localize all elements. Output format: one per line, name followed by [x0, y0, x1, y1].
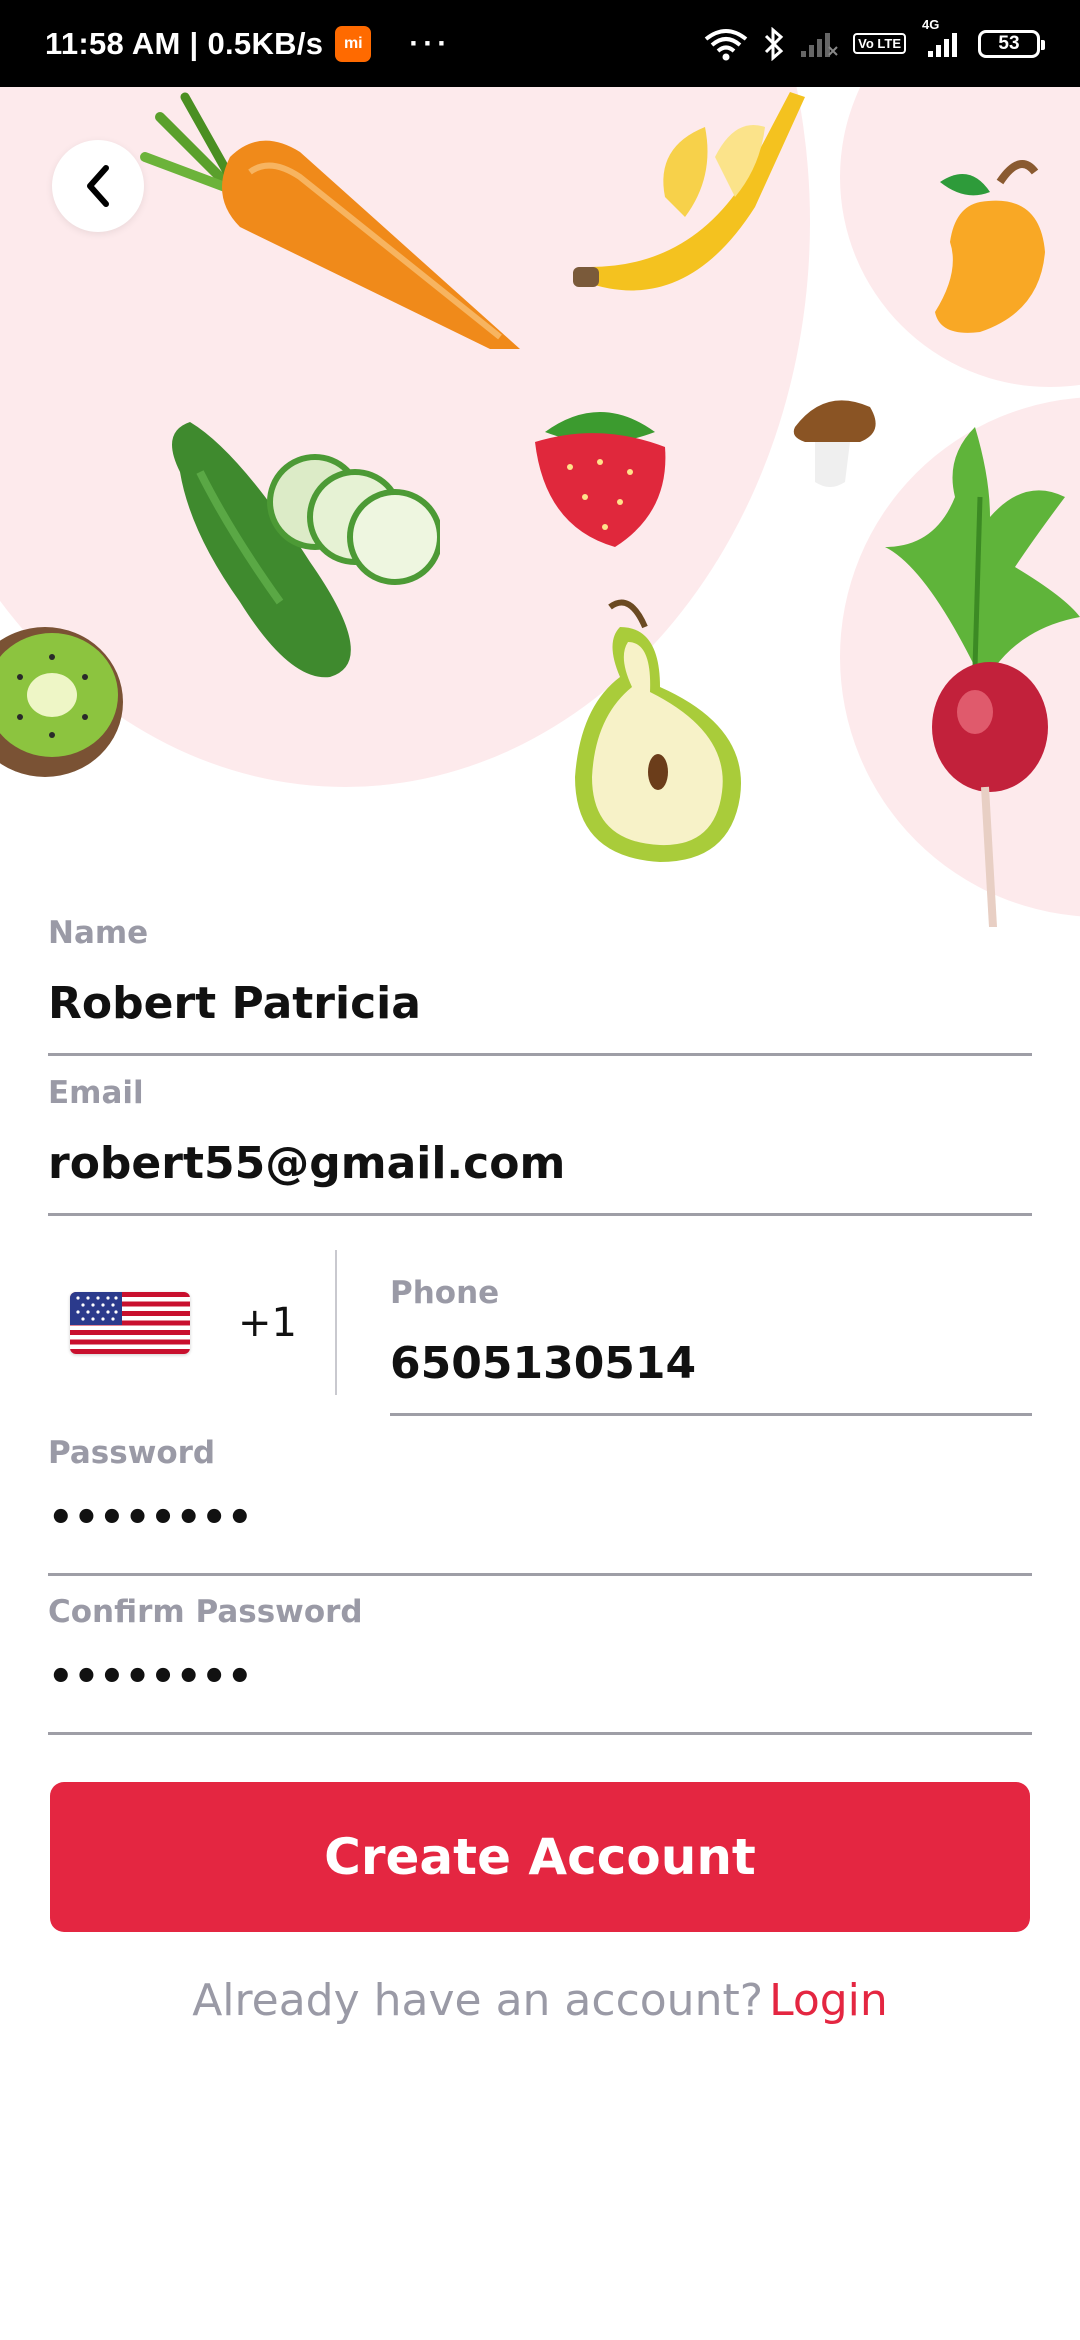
login-link[interactable]: Login: [769, 1975, 888, 2026]
create-account-button[interactable]: Create Account: [50, 1782, 1030, 1932]
email-underline: [48, 1213, 1032, 1216]
radish-icon: [885, 427, 1080, 927]
password-underline: [48, 1573, 1032, 1576]
wifi-icon: [704, 28, 748, 60]
battery-icon: 53: [978, 29, 1045, 58]
back-button[interactable]: [52, 140, 144, 232]
confirm-password-label: Confirm Password: [48, 1594, 363, 1630]
phone-divider: [335, 1250, 337, 1395]
name-label: Name: [48, 915, 149, 951]
phone-label: Phone: [390, 1275, 500, 1311]
status-bar: 11:58 AM | 0.5KB/s mi ··· Vo LTE 4G 53: [0, 0, 1080, 87]
email-field[interactable]: Email robert55@gmail.com: [48, 1075, 1032, 1217]
confirm-password-field[interactable]: Confirm Password ••••••••: [48, 1594, 1032, 1736]
phone-field[interactable]: Phone 6505130514: [390, 1275, 1032, 1417]
password-label: Password: [48, 1435, 216, 1471]
password-value: ••••••••: [48, 1495, 253, 1541]
banana-icon: [573, 92, 805, 291]
password-field[interactable]: Password ••••••••: [48, 1435, 1032, 1577]
signal-muted-icon: [801, 32, 838, 57]
pear-icon: [575, 599, 741, 862]
status-time: 11:58 AM | 0.5KB/s: [45, 25, 324, 61]
email-label: Email: [48, 1075, 144, 1111]
country-code: +1: [238, 1299, 297, 1346]
more-dots-icon: ···: [409, 26, 452, 60]
phone-value: 6505130514: [390, 1338, 697, 1389]
country-code-picker[interactable]: +1: [48, 1250, 338, 1395]
carrot-icon: [140, 92, 520, 349]
name-value: Robert Patricia: [48, 978, 421, 1029]
us-flag-icon: [70, 1291, 190, 1354]
hero-illustration: [0, 87, 1080, 927]
name-underline: [48, 1053, 1032, 1056]
strawberry-icon: [535, 412, 666, 547]
phone-underline: [390, 1413, 1032, 1416]
signal-4g-group: 4G: [920, 17, 964, 59]
login-row: Already have an account? Login: [0, 1975, 1080, 2026]
volte-icon: Vo LTE: [853, 33, 906, 54]
confirm-password-underline: [48, 1732, 1032, 1735]
kiwi-icon: [0, 627, 123, 777]
cucumber-icon: [172, 422, 440, 678]
mango-icon: [935, 160, 1045, 333]
status-right: Vo LTE 4G 53: [703, 0, 1045, 87]
network-type: 4G: [922, 16, 940, 32]
confirm-password-value: ••••••••: [48, 1654, 253, 1700]
login-prompt: Already have an account?: [192, 1975, 764, 2026]
signal-icon: [928, 32, 957, 57]
bluetooth-icon: [765, 26, 784, 61]
name-field[interactable]: Name Robert Patricia: [48, 915, 1032, 1057]
status-left: 11:58 AM | 0.5KB/s mi ···: [45, 0, 451, 87]
email-value: robert55@gmail.com: [48, 1138, 566, 1189]
chevron-left-icon: [87, 165, 109, 207]
mi-badge-icon: mi: [335, 25, 372, 62]
